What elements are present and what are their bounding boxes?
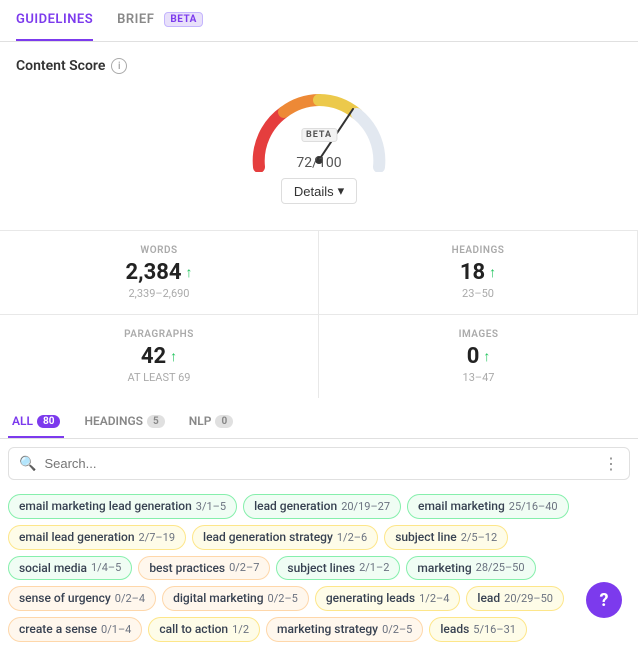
tag-item[interactable]: email marketing 25/16–40: [407, 494, 569, 519]
tag-item[interactable]: marketing strategy 0/2–5: [266, 617, 423, 642]
headings-label: HEADINGS: [343, 245, 613, 256]
filter-icon[interactable]: ⋮: [603, 454, 619, 473]
gauge-wrap: BETA 72/100: [239, 82, 399, 172]
tag-item[interactable]: lead 20/29–50: [466, 586, 564, 611]
tag-item[interactable]: social media 1/4–5: [8, 556, 132, 581]
tab-brief[interactable]: BRIEF BETA: [117, 0, 203, 41]
tag-item[interactable]: subject lines 2/1–2: [276, 556, 400, 581]
tag-item[interactable]: marketing 28/25–50: [406, 556, 535, 581]
stat-words: WORDS 2,384 ↑ 2,339–2,690: [0, 231, 319, 315]
tag-item[interactable]: email lead generation 2/7–19: [8, 525, 186, 550]
paragraphs-trend-icon: ↑: [170, 348, 177, 365]
images-range: 13–47: [343, 371, 614, 384]
words-value: 2,384 ↑: [24, 260, 294, 285]
stat-headings: HEADINGS 18 ↑ 23–50: [319, 231, 638, 315]
tag-item[interactable]: email marketing lead generation 3/1–5: [8, 494, 237, 519]
content-score-section: Content Score i BETA: [0, 42, 638, 222]
images-label: IMAGES: [343, 329, 614, 340]
tag-tab-all[interactable]: ALL 80: [8, 406, 64, 438]
info-icon[interactable]: i: [111, 58, 127, 74]
search-icon: 🔍: [19, 456, 36, 472]
tag-item[interactable]: lead generation 20/19–27: [243, 494, 401, 519]
words-range: 2,339–2,690: [24, 287, 294, 300]
images-value: 0 ↑: [343, 344, 614, 369]
beta-badge: BETA: [164, 12, 203, 27]
tag-tabs: ALL 80 HEADINGS 5 NLP 0: [0, 406, 638, 439]
tags-cloud: email marketing lead generation 3/1–5lea…: [0, 488, 638, 648]
details-button[interactable]: Details ▾: [281, 178, 357, 204]
paragraphs-range: AT LEAST 69: [24, 371, 294, 384]
gauge-score: 72/100: [296, 144, 341, 172]
tag-tab-nlp[interactable]: NLP 0: [185, 406, 237, 438]
search-input[interactable]: [44, 456, 595, 471]
tag-item[interactable]: subject line 2/5–12: [384, 525, 508, 550]
headings-value: 18 ↑: [343, 260, 613, 285]
tag-item[interactable]: sense of urgency 0/2–4: [8, 586, 156, 611]
tag-item[interactable]: digital marketing 0/2–5: [162, 586, 309, 611]
images-trend-icon: ↑: [483, 348, 490, 365]
paragraphs-label: PARAGRAPHS: [24, 329, 294, 340]
stat-images: IMAGES 0 ↑ 13–47: [319, 315, 638, 398]
paragraphs-value: 42 ↑: [24, 344, 294, 369]
stats-grid: WORDS 2,384 ↑ 2,339–2,690 HEADINGS 18 ↑ …: [0, 230, 638, 398]
words-label: WORDS: [24, 245, 294, 256]
headings-range: 23–50: [343, 287, 613, 300]
gauge-container: BETA 72/100 Details ▾: [16, 82, 622, 210]
tag-item[interactable]: best practices 0/2–7: [138, 556, 270, 581]
chevron-down-icon: ▾: [338, 183, 345, 199]
gauge-center: BETA 72/100: [296, 126, 341, 172]
gauge-beta-label: BETA: [301, 128, 337, 142]
headings-trend-icon: ↑: [489, 264, 496, 281]
words-trend-icon: ↑: [185, 264, 192, 281]
help-button[interactable]: ?: [586, 582, 622, 618]
tag-item[interactable]: generating leads 1/2–4: [315, 586, 461, 611]
tab-guidelines[interactable]: GUIDELINES: [16, 0, 93, 41]
content-score-title: Content Score i: [16, 58, 622, 74]
tag-item[interactable]: leads 5/16–31: [429, 617, 527, 642]
tag-item[interactable]: create a sense 0/1–4: [8, 617, 142, 642]
main-tabs: GUIDELINES BRIEF BETA: [0, 0, 638, 42]
tag-item[interactable]: call to action 1/2: [148, 617, 260, 642]
stat-paragraphs: PARAGRAPHS 42 ↑ AT LEAST 69: [0, 315, 319, 398]
tag-item[interactable]: lead generation strategy 1/2–6: [192, 525, 378, 550]
tag-tab-headings[interactable]: HEADINGS 5: [80, 406, 168, 438]
search-bar: 🔍 ⋮: [8, 447, 630, 480]
